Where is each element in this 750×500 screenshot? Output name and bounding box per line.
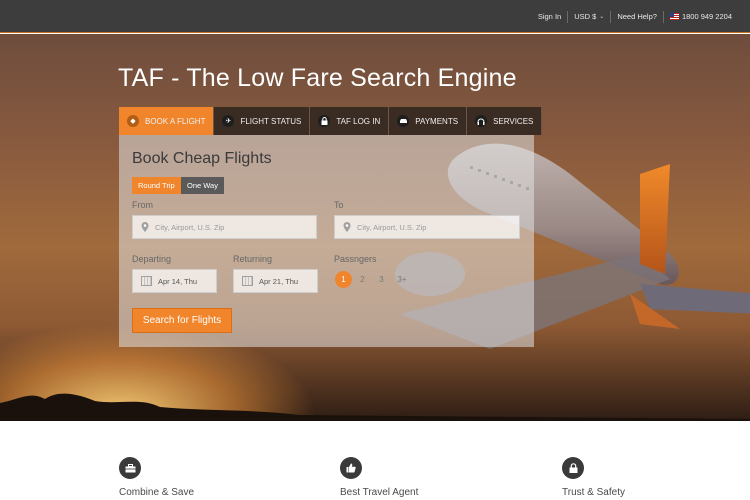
returning-label: Returning [233,254,273,264]
from-label: From [132,200,153,210]
lock-icon [318,115,331,127]
feature-best-travel-agent: Best Travel Agent [340,457,418,498]
tag-icon: ◆ [127,115,139,127]
plane-icon: ✈ [222,115,235,127]
tab-label: BOOK A FLIGHT [145,116,206,126]
passenger-option-3[interactable]: 3 [373,271,390,288]
tab-book-a-flight[interactable]: ◆ BOOK A FLIGHT [119,107,215,135]
help-label: Need Help? [617,12,657,21]
passengers-label: Passngers [334,254,377,264]
location-pin-icon [141,222,149,232]
tab-label: SERVICES [493,116,534,126]
panel-title: Book Cheap Flights [132,150,272,167]
feature-label: Combine & Save [119,487,195,498]
to-label: To [334,200,344,210]
tab-label: FLIGHT STATUS [240,116,302,126]
help-link[interactable]: Need Help? [610,10,663,23]
passenger-option-3-plus[interactable]: 3+ [392,271,412,288]
features-section: Combine & Save Best Travel Agent Trust &… [0,421,750,500]
thumbs-up-icon [340,457,362,479]
phone-number: 1800 949 2204 [681,12,732,21]
flight-search-panel: Book Cheap Flights Round Trip One Way Fr… [119,135,534,347]
tab-payments[interactable]: PAYMENTS [389,107,468,135]
booking-tabs: ◆ BOOK A FLIGHT ✈ FLIGHT STATUS TAF LOG … [119,107,543,135]
from-placeholder: City, Airport, U.S. Zip [155,222,225,232]
top-nav: Sign In USD $ ⌄ Need Help? 1800 949 2204 [532,0,738,33]
car-icon [397,115,410,127]
headset-icon [475,115,488,127]
returning-value: Apr 21, Thu [259,276,299,286]
departing-value: Apr 14, Thu [158,276,198,286]
treeline-silhouette [0,393,750,421]
chevron-down-icon: ⌄ [599,14,605,20]
departing-date-input[interactable]: Apr 14, Thu [132,269,217,293]
to-input[interactable]: City, Airport, U.S. Zip [334,215,520,239]
feature-trust-safety: Trust & Safety [562,457,625,498]
departing-label: Departing [132,254,172,264]
search-flights-button[interactable]: Search for Flights [132,308,232,333]
currency-selector[interactable]: USD $ ⌄ [567,10,610,23]
one-way-toggle[interactable]: One Way [181,177,224,194]
lock-icon [562,457,584,479]
passenger-option-1[interactable]: 1 [335,271,352,288]
feature-combine-save: Combine & Save [119,457,194,498]
us-flag-icon [669,13,679,20]
hero-banner: TAF - The Low Fare Search Engine ◆ BOOK … [0,34,750,421]
to-placeholder: City, Airport, U.S. Zip [357,222,427,232]
round-trip-toggle[interactable]: Round Trip [132,177,181,194]
currency-label: USD $ [574,12,597,21]
feature-label: Best Travel Agent [340,487,419,498]
tab-taf-log-in[interactable]: TAF LOG IN [310,107,390,135]
tab-services[interactable]: SERVICES [467,107,543,135]
tab-label: TAF LOG IN [336,116,381,126]
top-bar: Sign In USD $ ⌄ Need Help? 1800 949 2204 [0,0,750,33]
from-input[interactable]: City, Airport, U.S. Zip [132,215,317,239]
calendar-icon [141,276,152,286]
calendar-icon [242,276,253,286]
sign-in-label: Sign In [537,12,562,21]
passenger-option-2[interactable]: 2 [354,271,371,288]
hero-title: TAF - The Low Fare Search Engine [118,64,517,92]
phone-contact[interactable]: 1800 949 2204 [662,10,738,23]
returning-date-input[interactable]: Apr 21, Thu [233,269,318,293]
location-pin-icon [343,222,351,232]
briefcase-icon [119,457,141,479]
sign-in-link[interactable]: Sign In [532,11,567,23]
feature-label: Trust & Safety [562,487,625,498]
tab-label: PAYMENTS [415,116,459,126]
tab-flight-status[interactable]: ✈ FLIGHT STATUS [214,107,311,135]
